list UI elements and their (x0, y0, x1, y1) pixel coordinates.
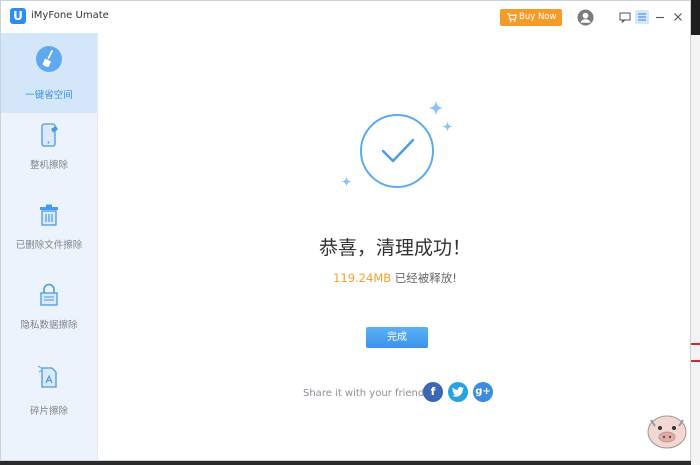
google-plus-icon: g+ (475, 386, 491, 397)
app-logo: U (10, 8, 26, 24)
sidebar-item-label: 隐私数据擦除 (20, 320, 78, 331)
twitter-share-button[interactable] (448, 382, 468, 402)
freed-space-message: 119.24MB 已经被释放! (98, 270, 690, 286)
broom-icon (36, 46, 62, 72)
app-title: iMyFone Umate (31, 10, 109, 21)
lock-icon (40, 283, 58, 306)
cart-icon (506, 13, 517, 23)
sidebar-item-erase-all[interactable]: 整机擦除 (1, 121, 97, 181)
main-panel: 恭喜，清理成功！ 119.24MB 已经被释放! 完成 Share it wit… (98, 33, 690, 460)
buy-now-button[interactable]: Buy Now (500, 9, 562, 26)
freed-size-value: 119.24MB (333, 271, 392, 285)
title-bar: U iMyFone Umate Buy Now (1, 1, 690, 34)
background-red-line (691, 343, 700, 345)
close-icon[interactable] (671, 10, 685, 24)
minimize-icon[interactable] (653, 10, 667, 24)
buy-now-label: Buy Now (519, 12, 557, 22)
phone-erase-icon (41, 123, 58, 147)
trash-icon (40, 204, 58, 226)
sidebar-item-label: 已删除文件擦除 (15, 240, 83, 251)
sparkle-icon (428, 100, 444, 116)
background-dark-band (691, 0, 700, 35)
sidebar-item-deleted-files[interactable]: 已删除文件擦除 (1, 201, 97, 261)
done-button[interactable]: 完成 (366, 327, 428, 348)
file-fragment-icon (37, 365, 57, 388)
share-label: Share it with your friends: (303, 388, 433, 399)
facebook-share-button[interactable]: f (423, 382, 443, 402)
sparkle-icon (341, 176, 352, 187)
freed-size-suffix: 已经被释放! (391, 271, 457, 285)
feedback-icon[interactable] (618, 10, 632, 24)
sidebar-item-quick-clean[interactable]: 一键省空间 (1, 33, 97, 113)
account-avatar-icon[interactable] (577, 9, 594, 26)
pig-watermark-logo (647, 415, 687, 449)
google-plus-share-button[interactable]: g+ (473, 382, 493, 402)
checkmark-icon (381, 138, 415, 163)
success-check-circle (360, 114, 434, 188)
sidebar-item-private-data[interactable]: 隐私数据擦除 (1, 281, 97, 341)
app-window: U iMyFone Umate Buy Now 一键省空间 整机擦除 已删除文件… (0, 0, 691, 461)
sidebar-item-label: 整机擦除 (29, 160, 68, 171)
background-red-line (691, 360, 700, 362)
background-window-strip (691, 0, 700, 465)
menu-icon[interactable] (635, 10, 649, 24)
facebook-icon: f (430, 385, 436, 398)
sidebar: 一键省空间 整机擦除 已删除文件擦除 隐私数据擦除 碎片擦除 (1, 33, 98, 460)
sidebar-item-label: 一键省空间 (25, 90, 73, 101)
success-headline: 恭喜，清理成功！ (318, 237, 471, 259)
sidebar-item-fragments[interactable]: 碎片擦除 (1, 363, 97, 423)
sidebar-item-label: 碎片擦除 (29, 406, 68, 417)
twitter-icon (452, 387, 464, 397)
sparkle-icon (442, 121, 453, 132)
